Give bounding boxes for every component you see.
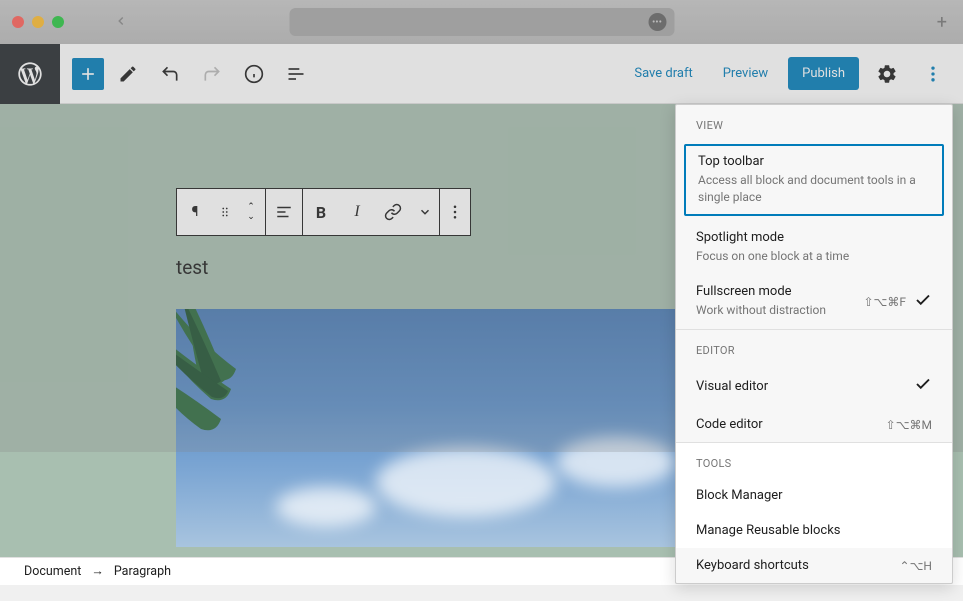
menu-item-desc: Focus on one block at a time bbox=[696, 248, 932, 265]
menu-section-tools: Tools bbox=[676, 443, 952, 478]
menu-item-block-manager[interactable]: Block Manager bbox=[676, 478, 952, 513]
wordpress-logo[interactable] bbox=[0, 44, 60, 104]
publish-button[interactable]: Publish bbox=[788, 57, 859, 90]
menu-item-title: Spotlight mode bbox=[696, 230, 932, 245]
browser-titlebar: ••• + bbox=[0, 0, 963, 44]
move-buttons[interactable]: ⌃ ⌄ bbox=[237, 189, 265, 235]
add-block-button[interactable] bbox=[72, 58, 104, 90]
shortcut-label: ⇧⌥⌘M bbox=[886, 418, 932, 432]
maximize-window-button[interactable] bbox=[52, 16, 64, 28]
breadcrumb-current[interactable]: Paragraph bbox=[114, 564, 171, 579]
menu-item-desc: Work without distraction bbox=[696, 302, 853, 319]
menu-item-spotlight[interactable]: Spotlight mode Focus on one block at a t… bbox=[676, 220, 952, 275]
undo-button[interactable] bbox=[152, 56, 188, 92]
info-button[interactable] bbox=[236, 56, 272, 92]
window-controls bbox=[12, 16, 64, 28]
save-draft-button[interactable]: Save draft bbox=[624, 58, 702, 89]
shortcut-label: ⇧⌥⌘F bbox=[863, 295, 906, 309]
menu-section-view: View bbox=[676, 105, 952, 140]
new-tab-button[interactable]: + bbox=[937, 12, 947, 33]
more-options-button[interactable] bbox=[915, 56, 951, 92]
more-formatting-icon[interactable] bbox=[411, 189, 439, 235]
menu-item-title: Fullscreen mode bbox=[696, 284, 853, 299]
outline-button[interactable] bbox=[278, 56, 314, 92]
block-more-icon[interactable] bbox=[440, 189, 470, 235]
menu-item-title: Keyboard shortcuts bbox=[696, 558, 809, 573]
menu-item-manage-reusable[interactable]: Manage Reusable blocks bbox=[676, 513, 952, 548]
menu-item-top-toolbar[interactable]: Top toolbar Access all block and documen… bbox=[684, 144, 944, 216]
block-toolbar: ¶ ⌃ ⌄ B I bbox=[176, 188, 471, 236]
check-icon bbox=[914, 375, 932, 397]
link-icon[interactable] bbox=[375, 189, 411, 235]
menu-item-code-editor[interactable]: Code editor ⇧⌥⌘M bbox=[676, 407, 952, 442]
close-window-button[interactable] bbox=[12, 16, 24, 28]
minimize-window-button[interactable] bbox=[32, 16, 44, 28]
move-up-icon[interactable]: ⌃ bbox=[237, 202, 265, 212]
menu-item-desc: Access all block and document tools in a… bbox=[698, 172, 930, 206]
align-button[interactable] bbox=[266, 189, 302, 235]
preview-button[interactable]: Preview bbox=[713, 58, 778, 89]
menu-section-editor: Editor bbox=[676, 330, 952, 365]
menu-item-visual-editor[interactable]: Visual editor bbox=[676, 365, 952, 407]
italic-button[interactable]: I bbox=[339, 189, 375, 235]
menu-item-fullscreen[interactable]: Fullscreen mode Work without distraction… bbox=[676, 274, 952, 329]
drag-handle-icon[interactable] bbox=[213, 189, 237, 235]
menu-item-title: Block Manager bbox=[696, 488, 783, 503]
move-down-icon[interactable]: ⌄ bbox=[237, 212, 265, 222]
menu-item-title: Manage Reusable blocks bbox=[696, 523, 841, 538]
reader-icon[interactable]: ••• bbox=[648, 13, 666, 31]
shortcut-label: ⌃⌥H bbox=[900, 559, 932, 573]
settings-button[interactable] bbox=[869, 56, 905, 92]
menu-item-title: Top toolbar bbox=[698, 154, 930, 169]
breadcrumb-root[interactable]: Document bbox=[24, 564, 81, 579]
editor-topbar: Save draft Preview Publish bbox=[0, 44, 963, 104]
menu-item-keyboard-shortcuts[interactable]: Keyboard shortcuts ⌃⌥H bbox=[676, 548, 952, 583]
menu-item-title: Code editor bbox=[696, 417, 763, 432]
paragraph-block-icon[interactable]: ¶ bbox=[177, 189, 213, 235]
edit-mode-icon[interactable] bbox=[110, 56, 146, 92]
redo-button[interactable] bbox=[194, 56, 230, 92]
back-button[interactable] bbox=[114, 13, 128, 32]
check-icon bbox=[914, 291, 932, 313]
options-menu: View Top toolbar Access all block and do… bbox=[675, 104, 953, 584]
menu-item-title: Visual editor bbox=[696, 379, 768, 394]
url-bar[interactable]: ••• bbox=[289, 8, 674, 36]
breadcrumb-separator: → bbox=[91, 564, 104, 579]
bold-button[interactable]: B bbox=[303, 189, 339, 235]
